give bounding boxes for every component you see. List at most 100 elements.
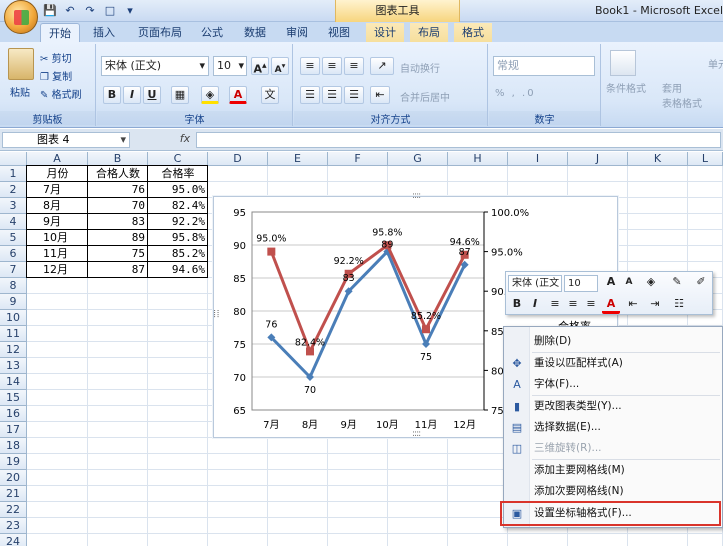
font-size-combo[interactable]: 10 ▾ — [213, 56, 247, 76]
align-bottom-icon[interactable]: ≡ — [344, 57, 364, 75]
row-header[interactable]: 11 — [0, 326, 27, 342]
row-header[interactable]: 6 — [0, 246, 27, 262]
table-cell[interactable]: 82.4% — [148, 198, 208, 214]
column-header[interactable]: A — [27, 152, 88, 166]
orientation-icon[interactable]: ↗ — [370, 57, 394, 75]
row-header[interactable]: 16 — [0, 406, 27, 422]
table-cell[interactable]: 87 — [88, 262, 148, 278]
font-color-icon[interactable]: A — [602, 296, 620, 314]
save-icon[interactable]: 💾 — [42, 3, 58, 18]
insert-function-button[interactable]: fx — [176, 132, 194, 148]
table-cell[interactable]: 75 — [88, 246, 148, 262]
column-header[interactable]: B — [88, 152, 148, 166]
chart-resize-handle-top[interactable]: :::: — [412, 191, 421, 201]
bold-button[interactable]: B — [508, 296, 526, 314]
align-left-icon[interactable]: ≡ — [564, 296, 582, 314]
redo-icon[interactable]: ↷ — [82, 3, 98, 18]
table-cell[interactable]: 9月 — [27, 214, 88, 230]
format-painter-icon[interactable]: ✐ — [692, 274, 710, 292]
conditional-format-icon[interactable] — [610, 50, 636, 76]
row-header[interactable]: 23 — [0, 518, 27, 534]
row-header[interactable]: 12 — [0, 342, 27, 358]
table-cell[interactable]: 89 — [88, 230, 148, 246]
cell-styles-button[interactable]: 单元格样式 — [708, 56, 723, 71]
office-button[interactable] — [4, 0, 38, 34]
table-cell[interactable]: 83 — [88, 214, 148, 230]
row-header[interactable]: 3 — [0, 198, 27, 214]
row-header[interactable]: 15 — [0, 390, 27, 406]
name-box[interactable]: 图表 4 ▾ — [2, 132, 130, 148]
table-cell[interactable]: 95.0% — [148, 182, 208, 198]
customize-qat-icon[interactable]: ▾ — [122, 3, 138, 18]
table-cell[interactable]: 94.6% — [148, 262, 208, 278]
table-header-cell[interactable]: 合格人数 — [88, 166, 148, 182]
align-top-icon[interactable]: ≡ — [300, 57, 320, 75]
table-cell[interactable]: 76 — [88, 182, 148, 198]
copy-button[interactable]: ❐ 复制 — [40, 68, 72, 83]
menu-item[interactable]: ▤ 选择数据(E)... — [504, 417, 722, 438]
table-header-cell[interactable]: 合格率 — [148, 166, 208, 182]
mini-size-combo[interactable]: 10 — [564, 275, 598, 292]
number-format-combo[interactable]: 常规 — [493, 56, 595, 76]
row-header[interactable]: 18 — [0, 438, 27, 454]
row-header[interactable]: 7 — [0, 262, 27, 278]
row-header[interactable]: 1 — [0, 166, 27, 182]
menu-item[interactable]: 添加次要网格线(N) — [504, 481, 722, 502]
row-header[interactable]: 17 — [0, 422, 27, 438]
decrease-indent-icon[interactable]: ⇤ — [624, 296, 642, 314]
column-header[interactable]: C — [148, 152, 208, 166]
menu-item[interactable]: ✥ 重设以匹配样式(A) — [504, 353, 722, 374]
table-cell[interactable]: 12月 — [27, 262, 88, 278]
undo-icon[interactable]: ↶ — [62, 3, 78, 18]
row-header[interactable]: 5 — [0, 230, 27, 246]
align-right-icon[interactable]: ☰ — [344, 86, 364, 104]
italic-button[interactable]: I — [526, 296, 544, 314]
align-center-icon[interactable]: ☰ — [322, 86, 342, 104]
column-header[interactable]: H — [448, 152, 508, 166]
align-left-icon[interactable]: ☰ — [300, 86, 320, 104]
shrink-font-button[interactable]: A — [620, 274, 638, 292]
align-right-icon[interactable]: ≡ — [582, 296, 600, 314]
print-preview-icon[interactable]: □ — [102, 3, 118, 18]
fill-color-icon[interactable]: ◈ — [642, 274, 660, 292]
mini-font-combo[interactable]: 宋体 (正文 — [508, 275, 562, 292]
column-header[interactable]: J — [568, 152, 628, 166]
italic-button[interactable]: I — [123, 86, 141, 104]
menu-item[interactable]: 添加主要网格线(M) — [504, 460, 722, 481]
tab-format[interactable]: 格式 — [454, 23, 492, 42]
row-header[interactable]: 8 — [0, 278, 27, 294]
format-painter-button[interactable]: ✎ 格式刷 — [40, 86, 82, 101]
font-name-combo[interactable]: 宋体 (正文) ▾ — [101, 56, 209, 76]
table-header-cell[interactable]: 月份 — [27, 166, 88, 182]
row-header[interactable]: 13 — [0, 358, 27, 374]
table-cell[interactable]: 70 — [88, 198, 148, 214]
table-cell[interactable]: 10月 — [27, 230, 88, 246]
column-header[interactable]: L — [688, 152, 723, 166]
paste-button[interactable]: 粘贴 — [10, 84, 30, 99]
bold-button[interactable]: B — [103, 86, 121, 104]
cut-button[interactable]: ✂ 剪切 — [40, 50, 72, 65]
column-header[interactable]: E — [268, 152, 328, 166]
table-cell[interactable]: 92.2% — [148, 214, 208, 230]
borders-icon[interactable]: ▦ — [171, 86, 189, 104]
row-header[interactable]: 24 — [0, 534, 27, 546]
tab-page-layout[interactable]: 页面布局 — [130, 23, 190, 42]
row-header[interactable]: 21 — [0, 486, 27, 502]
tab-home[interactable]: 开始 — [40, 23, 80, 42]
paste-icon[interactable] — [8, 48, 34, 80]
increase-indent-icon[interactable]: ⇥ — [646, 296, 664, 314]
row-header[interactable]: 14 — [0, 374, 27, 390]
row-header[interactable]: 20 — [0, 470, 27, 486]
wrap-text-button[interactable]: 自动换行 — [400, 60, 440, 75]
tab-data[interactable]: 数据 — [238, 23, 272, 42]
menu-item[interactable]: A 字体(F)... — [504, 374, 722, 395]
align-center-icon[interactable]: ≡ — [546, 296, 564, 314]
chart-resize-handle-bottom[interactable]: :::: — [412, 429, 421, 439]
column-header[interactable]: D — [208, 152, 268, 166]
table-cell[interactable]: 8月 — [27, 198, 88, 214]
number-format-icons[interactable]: % , .0 — [495, 88, 536, 99]
format-as-table-button[interactable]: 套用 表格格式 — [662, 80, 702, 110]
shrink-font-button[interactable]: A▾ — [271, 57, 289, 75]
select-all-corner[interactable] — [0, 152, 27, 166]
row-header[interactable]: 4 — [0, 214, 27, 230]
